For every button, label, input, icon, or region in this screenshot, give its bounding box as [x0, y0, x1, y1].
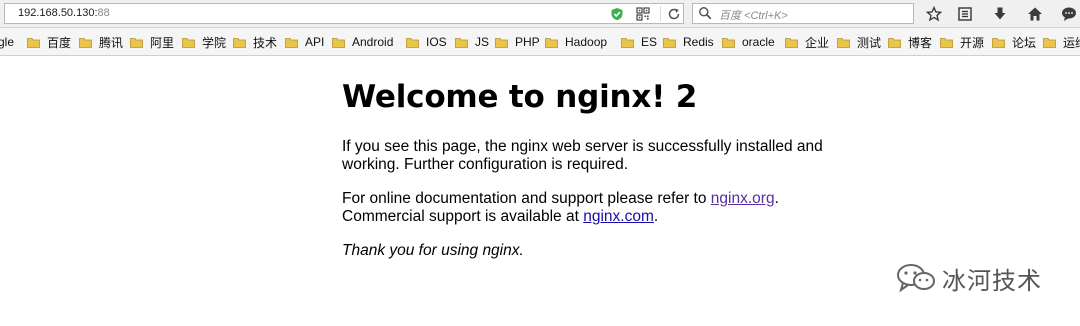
docs-paragraph: For online documentation and support ple…: [342, 190, 842, 226]
bookmarks-bar: gle 百度 腾讯 阿里 学院 技术 API Android IOS JS PH…: [0, 28, 1080, 56]
folder-icon: [1043, 37, 1056, 48]
docs-text: For online documentation and support ple…: [342, 190, 711, 207]
bookmark-folder[interactable]: JS: [455, 34, 489, 50]
folder-icon: [285, 37, 298, 48]
folder-icon: [545, 37, 558, 48]
folder-icon: [182, 37, 195, 48]
bookmark-label: 论坛: [1012, 35, 1037, 50]
folder-icon: [79, 37, 92, 48]
page-heading: Welcome to nginx! 2: [342, 79, 698, 115]
bookmark-label: Android: [352, 35, 394, 49]
bookmark-label: 学院: [202, 35, 227, 50]
home-icon: [1028, 7, 1042, 21]
home-button[interactable]: [1024, 3, 1046, 25]
browser-toolbar: 192.168.50.130:88 百度 <Ctrl+K>: [0, 0, 1080, 28]
bookmark-label: 阿里: [150, 35, 175, 50]
folder-icon: [663, 37, 676, 48]
star-icon: [926, 6, 942, 22]
bookmark-folder[interactable]: 企业: [785, 34, 829, 50]
folder-icon: [332, 37, 345, 48]
folder-icon: [722, 37, 735, 48]
watermark: 冰河技术: [896, 262, 1042, 295]
bookmark-label: API: [305, 35, 325, 49]
reading-list-button[interactable]: [954, 3, 976, 25]
intro-paragraph: If you see this page, the nginx web serv…: [342, 138, 823, 173]
bookmark-folder[interactable]: 测试: [837, 34, 881, 50]
bookmark-label: 测试: [857, 35, 882, 50]
search-icon: [699, 7, 712, 20]
search-placeholder: 百度 <Ctrl+K>: [719, 10, 788, 22]
search-box[interactable]: 百度 <Ctrl+K>: [692, 3, 914, 24]
bookmark-folder[interactable]: 运维: [1043, 34, 1080, 50]
download-arrow-icon: [994, 7, 1006, 20]
bookmark-folder[interactable]: IOS: [406, 34, 447, 50]
bookmark-label: PHP: [515, 35, 540, 49]
wechat-logo-icon: [897, 264, 935, 293]
reload-icon[interactable]: [667, 7, 681, 21]
bookmark-folder[interactable]: 技术: [233, 34, 277, 50]
bookmark-item[interactable]: gle: [0, 34, 14, 50]
bookmark-label: ES: [641, 35, 658, 49]
bookmark-label: 腾讯: [99, 35, 124, 50]
bookmark-label: 百度: [47, 35, 72, 50]
bookmark-folder[interactable]: API: [285, 34, 324, 50]
bookmark-label: IOS: [426, 35, 447, 49]
bookmark-folder[interactable]: 开源: [940, 34, 984, 50]
bookmark-label: Hadoop: [565, 35, 608, 49]
bookmark-folder[interactable]: Hadoop: [545, 34, 607, 50]
folder-icon: [130, 37, 143, 48]
folder-icon: [992, 37, 1005, 48]
folder-icon: [455, 37, 468, 48]
folder-icon: [27, 37, 40, 48]
bookmark-folder[interactable]: 学院: [182, 34, 226, 50]
watermark-text: 冰河技术: [942, 266, 1042, 295]
nginx-com-link[interactable]: nginx.com: [583, 208, 654, 225]
bookmark-label: oracle: [742, 35, 775, 49]
url-host: 192.168.50.130:: [18, 7, 98, 19]
bookmark-label: 博客: [908, 35, 933, 50]
bookmark-folder[interactable]: PHP: [495, 34, 540, 50]
bookmark-folder[interactable]: 博客: [888, 34, 932, 50]
page-content: Welcome to nginx! 2 If you see this page…: [342, 78, 842, 260]
url-port: 88: [97, 7, 110, 19]
chat-bubble-icon: [1062, 7, 1076, 21]
support-text-end: .: [653, 208, 659, 225]
folder-icon: [233, 37, 246, 48]
downloads-button[interactable]: [989, 3, 1011, 25]
url-text[interactable]: 192.168.50.130:88: [18, 7, 110, 19]
folder-icon: [406, 37, 419, 48]
bookmark-label: JS: [475, 35, 490, 49]
nginx-org-link[interactable]: nginx.org: [711, 190, 775, 207]
bookmark-label: 运维: [1063, 35, 1080, 50]
reading-list-icon: [958, 7, 972, 21]
bookmark-label: 技术: [253, 35, 278, 50]
bookmark-folder[interactable]: 百度: [27, 34, 71, 50]
thanks-text: Thank you for using nginx.: [342, 242, 524, 259]
folder-icon: [785, 37, 798, 48]
bookmark-label: 开源: [960, 35, 985, 50]
bookmark-folder[interactable]: 论坛: [992, 34, 1036, 50]
url-separator: [660, 6, 661, 21]
bookmark-folder[interactable]: 腾讯: [79, 34, 123, 50]
qr-code-icon[interactable]: [636, 7, 650, 21]
bookmark-folder[interactable]: oracle: [722, 34, 775, 50]
folder-icon: [940, 37, 953, 48]
bookmark-label: 企业: [805, 35, 830, 50]
chat-button[interactable]: [1058, 3, 1080, 25]
folder-icon: [621, 37, 634, 48]
bookmark-label: gle: [0, 35, 15, 49]
address-bar[interactable]: 192.168.50.130:88: [4, 3, 684, 24]
bookmark-folder[interactable]: 阿里: [130, 34, 174, 50]
folder-icon: [837, 37, 850, 48]
bookmark-label: Redis: [683, 35, 714, 49]
shield-icon[interactable]: [610, 7, 624, 21]
folder-icon: [495, 37, 508, 48]
bookmark-folder[interactable]: ES: [621, 34, 657, 50]
bookmark-folder[interactable]: Android: [332, 34, 393, 50]
bookmark-star-button[interactable]: [923, 3, 945, 25]
folder-icon: [888, 37, 901, 48]
bookmark-folder[interactable]: Redis: [663, 34, 714, 50]
